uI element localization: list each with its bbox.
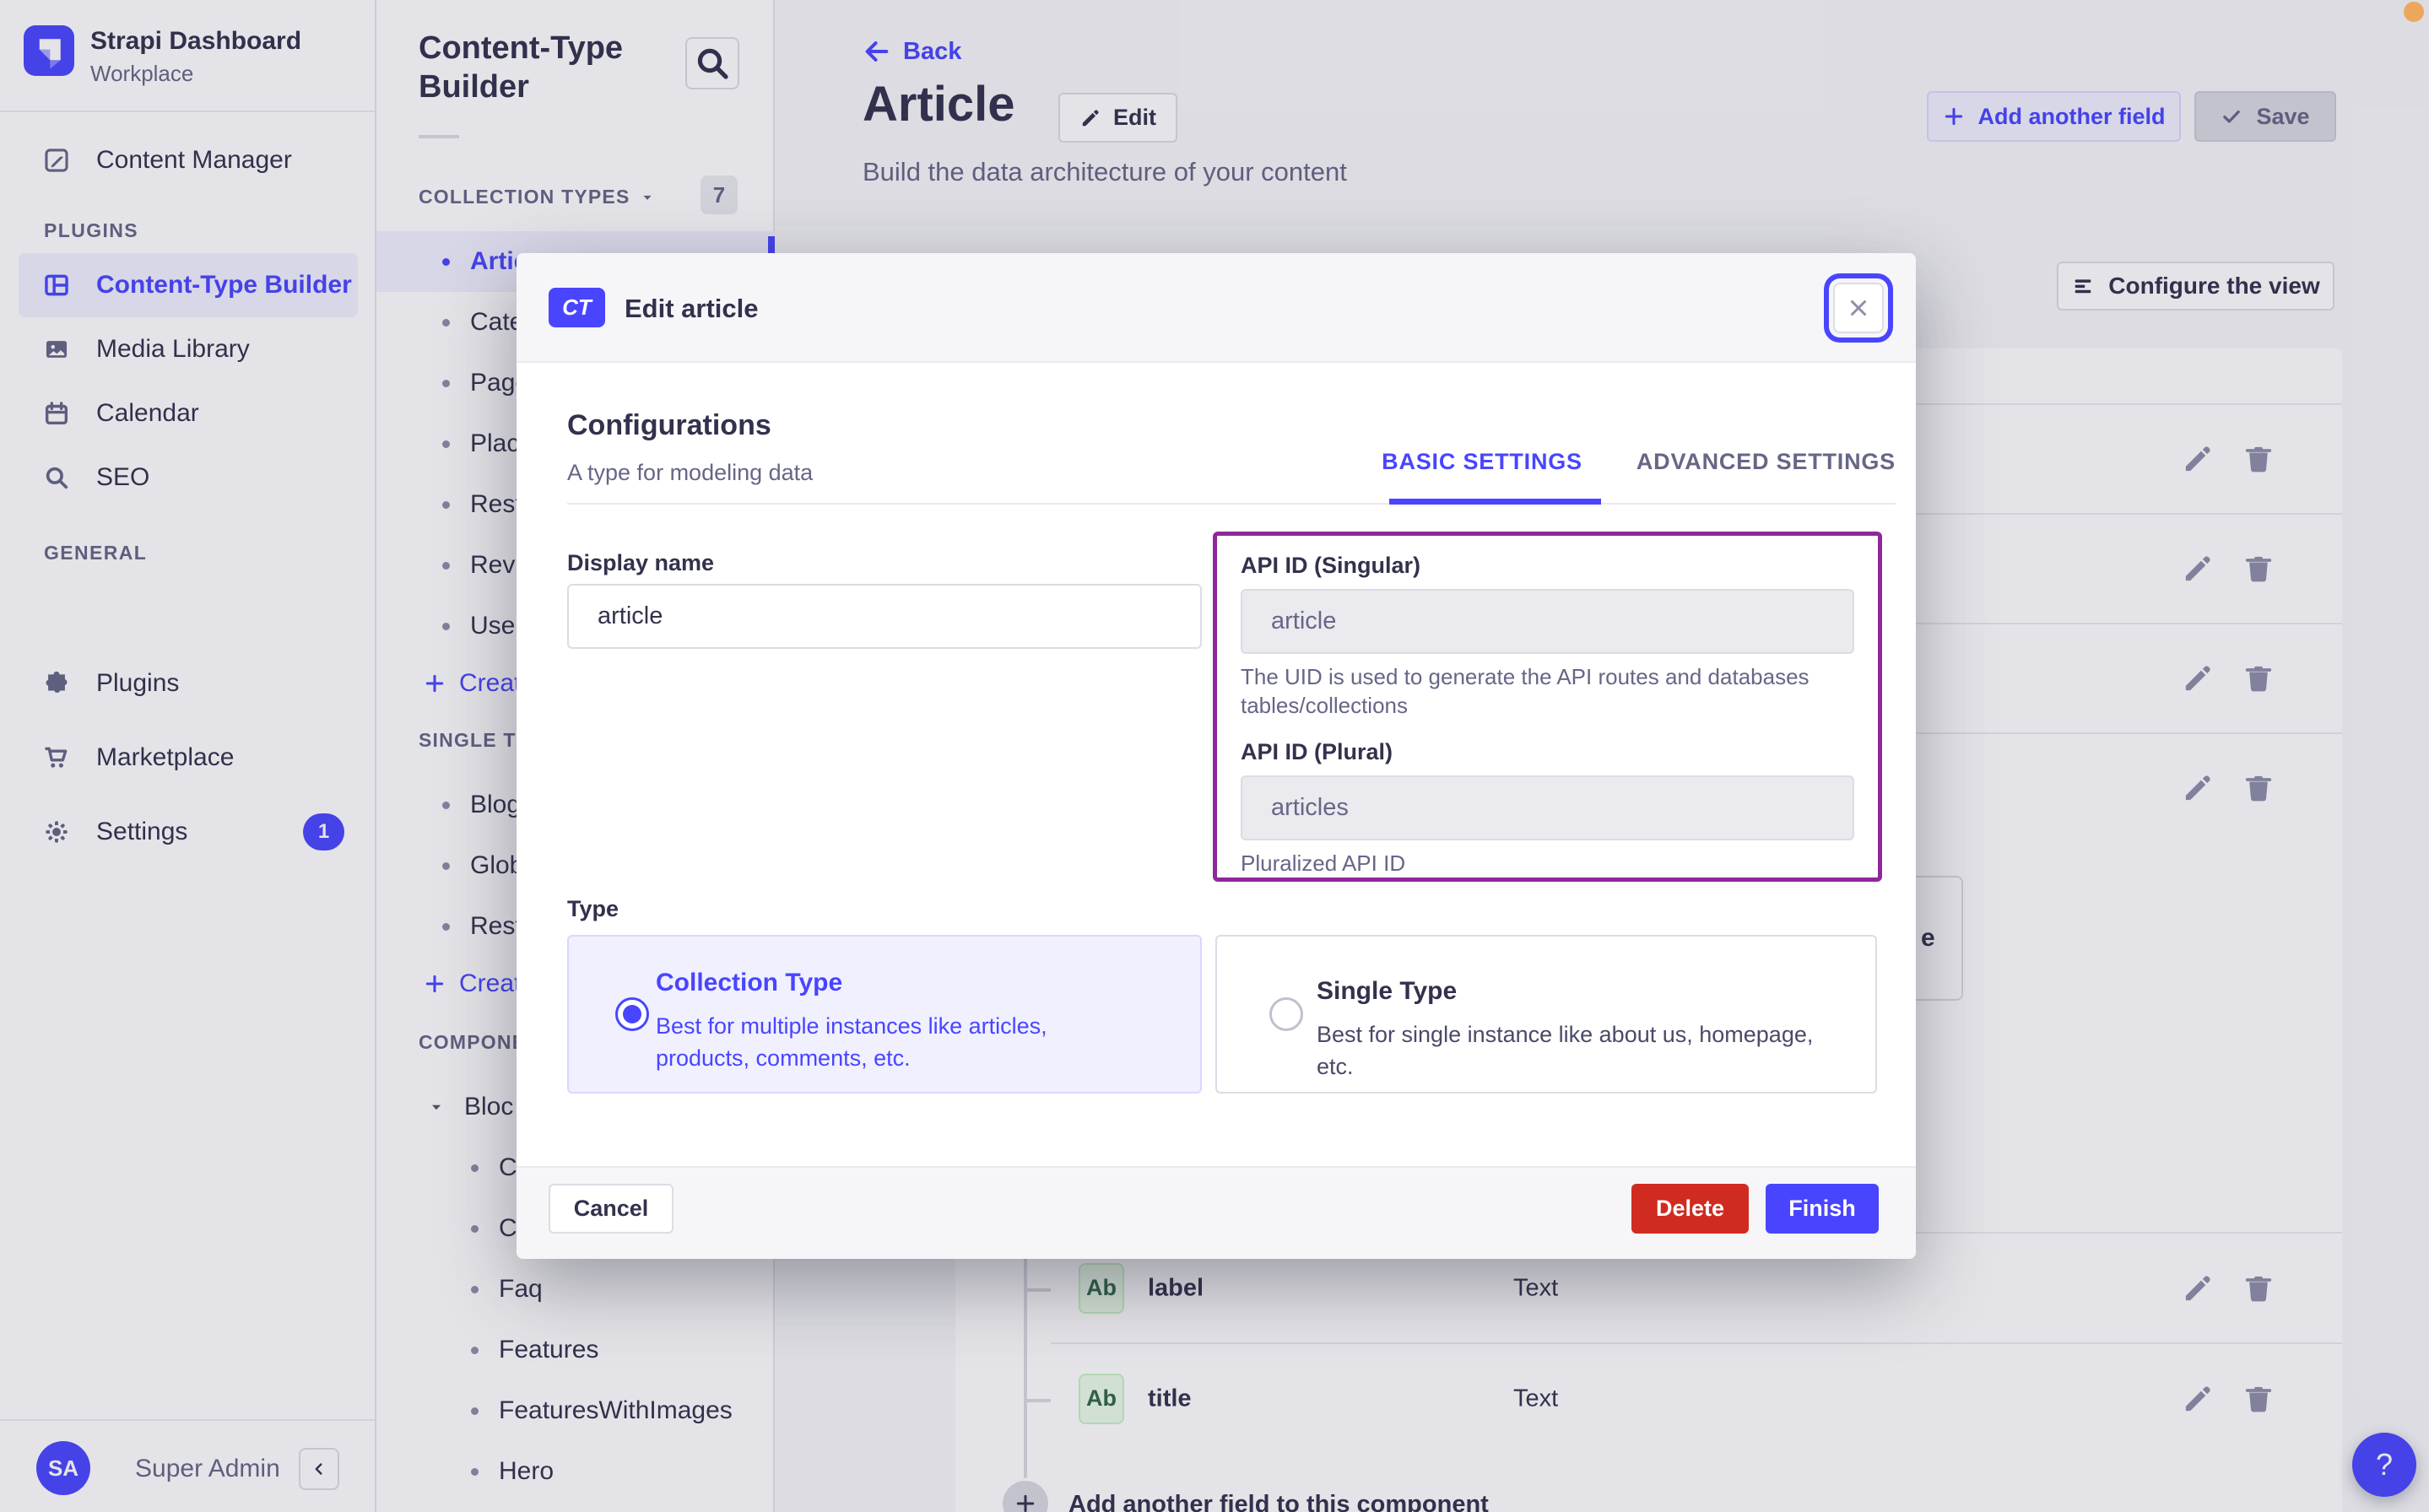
- modal-header: CT Edit article: [517, 253, 1916, 363]
- strapi-dashboard-screen: Strapi Dashboard Workplace Content Manag…: [0, 0, 2429, 1512]
- api-id-singular-label: API ID (Singular): [1241, 553, 1421, 578]
- recording-indicator-dot: [2404, 2, 2424, 22]
- close-button[interactable]: [1833, 283, 1884, 333]
- collection-type-description: Best for multiple instances like article…: [656, 1013, 1047, 1071]
- configurations-title: Configurations: [567, 409, 771, 441]
- collection-type-title: Collection Type: [656, 969, 843, 996]
- delete-button[interactable]: Delete: [1631, 1184, 1749, 1234]
- display-name-input[interactable]: [567, 584, 1202, 649]
- tab-advanced-settings[interactable]: ADVANCED SETTINGS: [1636, 449, 1896, 475]
- modal-footer: Cancel Delete Finish: [517, 1166, 1916, 1259]
- radio-selected-icon[interactable]: [615, 997, 649, 1031]
- api-id-highlight-section: API ID (Singular) The UID is used to gen…: [1213, 532, 1882, 882]
- api-id-plural-label: API ID (Plural): [1241, 738, 1393, 764]
- api-id-plural-input[interactable]: [1241, 775, 1854, 840]
- single-type-title: Single Type: [1317, 977, 1458, 1005]
- display-name-label: Display name: [567, 550, 715, 575]
- configurations-subtitle: A type for modeling data: [567, 460, 814, 485]
- active-tab-indicator: [1389, 499, 1601, 505]
- single-type-description: Best for single instance like about us, …: [1317, 1022, 1814, 1079]
- tabs-divider: [567, 503, 1896, 505]
- cancel-button[interactable]: Cancel: [549, 1184, 674, 1234]
- close-icon: [1846, 295, 1871, 321]
- api-id-singular-input[interactable]: [1241, 589, 1854, 654]
- edit-article-modal: CT Edit article Configurations A type fo…: [517, 253, 1916, 1259]
- modal-title: Edit article: [625, 294, 759, 323]
- api-id-singular-help: The UID is used to generate the API rout…: [1241, 664, 1810, 719]
- content-type-badge: CT: [549, 288, 605, 327]
- settings-tabs: BASIC SETTINGS ADVANCED SETTINGS: [1382, 449, 1896, 475]
- single-type-option[interactable]: Single Type Best for single instance lik…: [1215, 935, 1877, 1094]
- type-label: Type: [567, 896, 619, 921]
- tab-basic-settings[interactable]: BASIC SETTINGS: [1382, 449, 1582, 475]
- radio-unselected-icon[interactable]: [1269, 997, 1303, 1031]
- collection-type-option[interactable]: Collection Type Best for multiple instan…: [567, 935, 1202, 1094]
- api-id-plural-help: Pluralized API ID: [1241, 850, 1406, 876]
- finish-button[interactable]: Finish: [1766, 1184, 1879, 1234]
